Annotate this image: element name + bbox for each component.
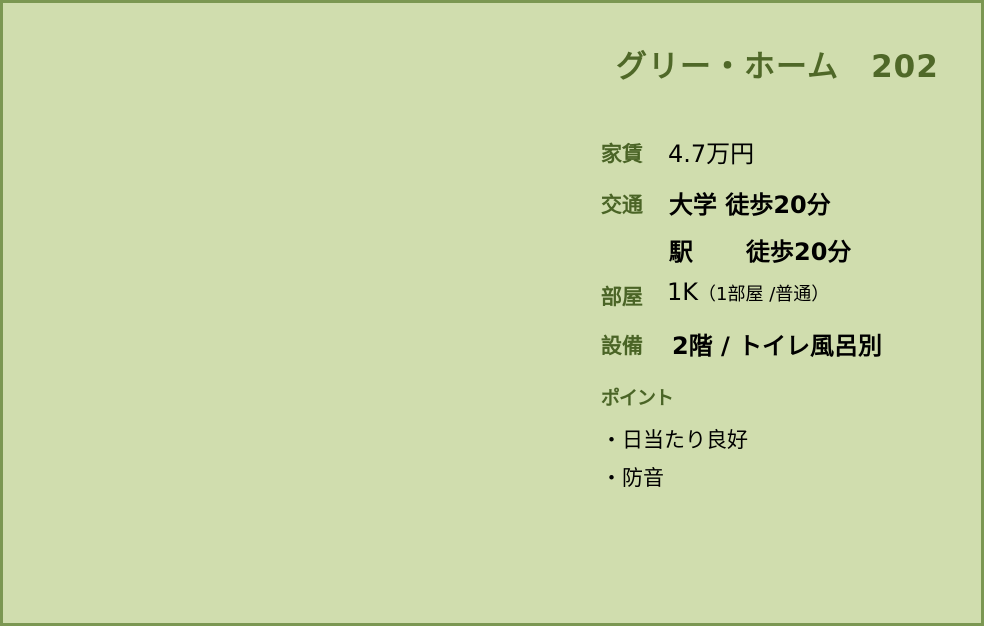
room-label: 部屋 [601, 285, 643, 309]
point-item-sunlight: ・日当たり良好 [601, 428, 748, 452]
facilities-label: 設備 [601, 334, 643, 358]
facilities-value: 2階 / トイレ風呂別 [672, 332, 883, 360]
points-label: ポイント [601, 387, 674, 409]
transport-station-time: 徒歩20分 [746, 238, 852, 266]
transport-label: 交通 [601, 193, 643, 217]
property-card: グリー・ホーム 202 家賃 4.7万円 交通 大学 徒歩20分 駅 徒歩20分… [0, 0, 984, 626]
rent-value: 4.7万円 [668, 140, 755, 168]
room-value: 1K（1部屋 /普通） [667, 278, 829, 306]
room-type: 1K [667, 278, 699, 306]
transport-line-university: 大学 徒歩20分 [669, 191, 831, 219]
point-item-soundproof: ・防音 [601, 466, 664, 490]
property-title: グリー・ホーム 202 [616, 49, 939, 85]
rent-label: 家賃 [601, 142, 643, 166]
transport-station-name: 駅 [669, 238, 693, 266]
room-detail: （1部屋 /普通） [698, 284, 830, 305]
